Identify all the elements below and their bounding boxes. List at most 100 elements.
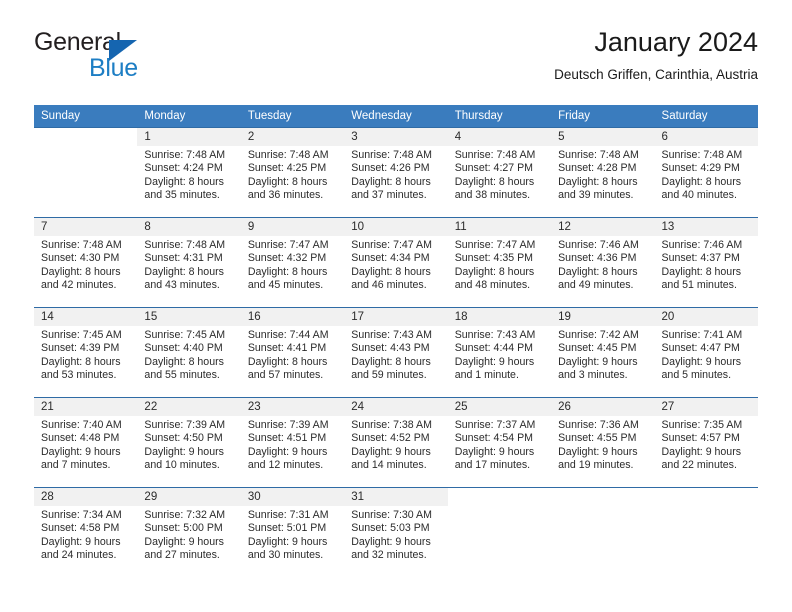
- sunrise-text: Sunrise: 7:31 AM: [247, 509, 329, 521]
- day-cell[interactable]: 21 Sunrise: 7:40 AM Sunset: 4:48 PM Dayl…: [34, 397, 138, 488]
- day-number: [34, 128, 138, 146]
- day-number: 21: [34, 398, 138, 416]
- daylight-text: Daylight: 8 hours and 42 minutes.: [41, 265, 121, 292]
- day-cell[interactable]: 23 Sunrise: 7:39 AM Sunset: 4:51 PM Dayl…: [240, 397, 345, 488]
- calendar-page: General Blue January 2024 Deutsch Griffe…: [0, 0, 792, 612]
- day-cell[interactable]: 28 Sunrise: 7:34 AM Sunset: 4:58 PM Dayl…: [34, 487, 138, 578]
- day-info: Sunrise: 7:47 AM Sunset: 4:32 PM Dayligh…: [241, 236, 344, 293]
- day-info: [448, 506, 551, 509]
- sunset-text: Sunset: 4:36 PM: [558, 252, 637, 265]
- sunrise-text: Sunrise: 7:43 AM: [454, 329, 536, 341]
- day-cell[interactable]: 30 Sunrise: 7:31 AM Sunset: 5:01 PM Dayl…: [240, 487, 345, 578]
- day-cell[interactable]: 25 Sunrise: 7:37 AM Sunset: 4:54 PM Dayl…: [447, 397, 552, 488]
- day-cell[interactable]: [654, 487, 758, 578]
- day-cell[interactable]: [447, 487, 552, 578]
- day-info: [655, 506, 758, 509]
- day-cell[interactable]: 22 Sunrise: 7:39 AM Sunset: 4:50 PM Dayl…: [137, 397, 241, 488]
- page-title: January 2024: [594, 27, 758, 57]
- daylight-text: Daylight: 9 hours and 24 minutes.: [41, 535, 121, 562]
- day-cell[interactable]: [34, 127, 138, 218]
- day-cell[interactable]: 17 Sunrise: 7:43 AM Sunset: 4:43 PM Dayl…: [344, 307, 448, 398]
- sunset-text: Sunset: 4:52 PM: [351, 432, 430, 445]
- day-cell[interactable]: 3 Sunrise: 7:48 AM Sunset: 4:26 PM Dayli…: [344, 127, 448, 218]
- sunset-text: Sunset: 4:29 PM: [661, 162, 740, 175]
- sunrise-text: Sunrise: 7:38 AM: [351, 419, 432, 431]
- day-info: Sunrise: 7:34 AM Sunset: 4:58 PM Dayligh…: [34, 506, 137, 563]
- daylight-text: Daylight: 8 hours and 40 minutes.: [661, 175, 742, 202]
- day-info: Sunrise: 7:41 AM Sunset: 4:47 PM Dayligh…: [655, 326, 758, 383]
- day-info: Sunrise: 7:48 AM Sunset: 4:26 PM Dayligh…: [344, 146, 447, 203]
- sunrise-text: Sunrise: 7:47 AM: [351, 239, 432, 251]
- day-cell[interactable]: 9 Sunrise: 7:47 AM Sunset: 4:32 PM Dayli…: [240, 217, 345, 308]
- day-cell[interactable]: 10 Sunrise: 7:47 AM Sunset: 4:34 PM Dayl…: [344, 217, 448, 308]
- sunset-text: Sunset: 4:24 PM: [144, 162, 223, 175]
- day-cell[interactable]: 11 Sunrise: 7:47 AM Sunset: 4:35 PM Dayl…: [447, 217, 552, 308]
- day-number: 3: [344, 128, 448, 146]
- page-subtitle: Deutsch Griffen, Carinthia, Austria: [554, 67, 758, 82]
- daylight-text: Daylight: 9 hours and 19 minutes.: [558, 445, 638, 472]
- day-info: Sunrise: 7:43 AM Sunset: 4:44 PM Dayligh…: [448, 326, 551, 383]
- sunrise-text: Sunrise: 7:45 AM: [144, 329, 226, 341]
- general-blue-logo[interactable]: General Blue: [34, 28, 254, 90]
- day-cell[interactable]: 16 Sunrise: 7:44 AM Sunset: 4:41 PM Dayl…: [240, 307, 345, 398]
- calendar-header-row-group: Sunday Monday Tuesday Wednesday Thursday…: [34, 105, 758, 128]
- daylight-text: Daylight: 8 hours and 43 minutes.: [144, 265, 224, 292]
- day-cell[interactable]: 20 Sunrise: 7:41 AM Sunset: 4:47 PM Dayl…: [654, 307, 758, 398]
- day-info: [551, 506, 654, 509]
- weekday-header-wednesday: Wednesday: [344, 105, 448, 128]
- sunset-text: Sunset: 4:47 PM: [661, 342, 740, 355]
- day-number: 29: [137, 488, 241, 506]
- day-info: Sunrise: 7:46 AM Sunset: 4:36 PM Dayligh…: [551, 236, 654, 293]
- day-cell[interactable]: 31 Sunrise: 7:30 AM Sunset: 5:03 PM Dayl…: [344, 487, 448, 578]
- sunrise-text: Sunrise: 7:42 AM: [558, 329, 639, 341]
- weekday-header-tuesday: Tuesday: [240, 105, 345, 128]
- sunrise-text: Sunrise: 7:46 AM: [558, 239, 639, 251]
- day-cell[interactable]: 27 Sunrise: 7:35 AM Sunset: 4:57 PM Dayl…: [654, 397, 758, 488]
- day-info: Sunrise: 7:47 AM Sunset: 4:35 PM Dayligh…: [448, 236, 551, 293]
- sunrise-text: Sunrise: 7:46 AM: [661, 239, 743, 251]
- sunset-text: Sunset: 4:25 PM: [247, 162, 327, 175]
- sunset-text: Sunset: 4:58 PM: [41, 522, 120, 535]
- sunrise-text: Sunrise: 7:36 AM: [558, 419, 639, 431]
- daylight-text: Daylight: 8 hours and 57 minutes.: [247, 355, 328, 382]
- daylight-text: Daylight: 9 hours and 3 minutes.: [558, 355, 638, 382]
- day-number: 12: [551, 218, 655, 236]
- day-cell[interactable]: 4 Sunrise: 7:48 AM Sunset: 4:27 PM Dayli…: [447, 127, 552, 218]
- day-cell[interactable]: 26 Sunrise: 7:36 AM Sunset: 4:55 PM Dayl…: [551, 397, 655, 488]
- day-cell[interactable]: 7 Sunrise: 7:48 AM Sunset: 4:30 PM Dayli…: [34, 217, 138, 308]
- day-number: 4: [447, 128, 552, 146]
- day-cell[interactable]: 18 Sunrise: 7:43 AM Sunset: 4:44 PM Dayl…: [447, 307, 552, 398]
- day-cell[interactable]: 2 Sunrise: 7:48 AM Sunset: 4:25 PM Dayli…: [240, 127, 345, 218]
- day-cell[interactable]: 6 Sunrise: 7:48 AM Sunset: 4:29 PM Dayli…: [654, 127, 758, 218]
- daylight-text: Daylight: 8 hours and 37 minutes.: [351, 175, 431, 202]
- day-cell[interactable]: 14 Sunrise: 7:45 AM Sunset: 4:39 PM Dayl…: [34, 307, 138, 398]
- day-number: 2: [240, 128, 345, 146]
- daylight-text: Daylight: 9 hours and 22 minutes.: [661, 445, 742, 472]
- day-cell[interactable]: 1 Sunrise: 7:48 AM Sunset: 4:24 PM Dayli…: [137, 127, 241, 218]
- daylight-text: Daylight: 8 hours and 48 minutes.: [454, 265, 535, 292]
- day-cell[interactable]: 29 Sunrise: 7:32 AM Sunset: 5:00 PM Dayl…: [137, 487, 241, 578]
- day-cell[interactable]: 24 Sunrise: 7:38 AM Sunset: 4:52 PM Dayl…: [344, 397, 448, 488]
- sunset-text: Sunset: 4:37 PM: [661, 252, 740, 265]
- day-cell[interactable]: [551, 487, 655, 578]
- day-cell[interactable]: 12 Sunrise: 7:46 AM Sunset: 4:36 PM Dayl…: [551, 217, 655, 308]
- day-cell[interactable]: 19 Sunrise: 7:42 AM Sunset: 4:45 PM Dayl…: [551, 307, 655, 398]
- day-cell[interactable]: 13 Sunrise: 7:46 AM Sunset: 4:37 PM Dayl…: [654, 217, 758, 308]
- day-info: Sunrise: 7:38 AM Sunset: 4:52 PM Dayligh…: [344, 416, 447, 473]
- day-number: [654, 488, 758, 506]
- day-cell[interactable]: 15 Sunrise: 7:45 AM Sunset: 4:40 PM Dayl…: [137, 307, 241, 398]
- day-info: Sunrise: 7:47 AM Sunset: 4:34 PM Dayligh…: [344, 236, 447, 293]
- weekday-header-row: Sunday Monday Tuesday Wednesday Thursday…: [34, 105, 758, 128]
- weekday-header-friday: Friday: [551, 105, 655, 128]
- calendar-body: 1 Sunrise: 7:48 AM Sunset: 4:24 PM Dayli…: [34, 127, 758, 578]
- sunrise-text: Sunrise: 7:39 AM: [247, 419, 329, 431]
- sunrise-text: Sunrise: 7:48 AM: [41, 239, 122, 251]
- day-cell[interactable]: 5 Sunrise: 7:48 AM Sunset: 4:28 PM Dayli…: [551, 127, 655, 218]
- page-header: General Blue January 2024 Deutsch Griffe…: [34, 26, 758, 98]
- sunset-text: Sunset: 4:51 PM: [247, 432, 327, 445]
- sunset-text: Sunset: 5:01 PM: [247, 522, 327, 535]
- sunrise-text: Sunrise: 7:35 AM: [661, 419, 743, 431]
- day-cell[interactable]: 8 Sunrise: 7:48 AM Sunset: 4:31 PM Dayli…: [137, 217, 241, 308]
- calendar-week-row: 28 Sunrise: 7:34 AM Sunset: 4:58 PM Dayl…: [34, 487, 758, 578]
- daylight-text: Daylight: 8 hours and 45 minutes.: [247, 265, 328, 292]
